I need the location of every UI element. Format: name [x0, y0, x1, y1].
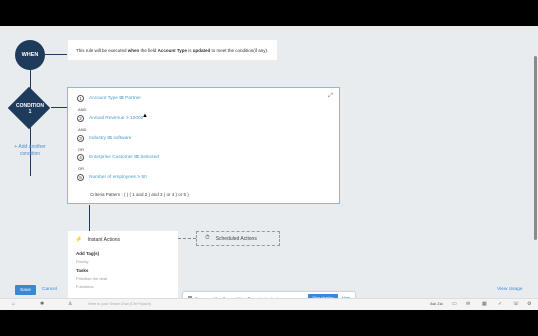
- home-icon[interactable]: ⌂: [12, 301, 15, 307]
- taskbar: ⌂ ✱ ♙ Here is your Smart Chat (Ctrl+Spac…: [0, 298, 538, 310]
- lightning-icon: ⚡: [75, 237, 83, 243]
- criteria-operator: >: [125, 116, 129, 121]
- logic-operator: AND: [78, 127, 87, 132]
- criteria-row[interactable]: 3 Industry IS software: [77, 135, 131, 142]
- when-connector: [45, 54, 67, 55]
- user-icon[interactable]: ♙: [68, 301, 72, 307]
- scheduled-actions-box[interactable]: ⏱ Scheduled Actions: [196, 231, 280, 246]
- criteria-value: software: [113, 136, 132, 141]
- when-card[interactable]: This rule will be executed when the fiel…: [68, 40, 277, 60]
- logic-operator: OR: [78, 166, 84, 171]
- check-icon[interactable]: ✓: [498, 301, 502, 307]
- criteria-field: Number of employees: [89, 175, 136, 180]
- criteria-field: Industry: [89, 136, 107, 141]
- logic-operator: AND: [78, 107, 87, 112]
- when-node[interactable]: WHEN: [15, 40, 45, 70]
- vertical-scrollbar[interactable]: [534, 56, 537, 240]
- logic-operator: OR: [78, 147, 84, 152]
- criteria-field: Enterprise Customer: [89, 155, 133, 160]
- criteria-row[interactable]: 4 Enterprise Customer IS Selected: [77, 154, 159, 161]
- clock-icon: ⏱: [205, 235, 210, 241]
- criteria-number: 5: [77, 174, 84, 181]
- instant-actions-header[interactable]: ⚡ Instant Actions: [75, 236, 120, 244]
- calendar-icon[interactable]: ▦: [482, 301, 487, 307]
- ask-zia-label[interactable]: Ask Zia: [430, 302, 443, 306]
- condition-card: ⤢ 1 Account Type IS Partner AND 2 Annual…: [67, 87, 340, 204]
- screen-icon[interactable]: ▭: [452, 301, 457, 307]
- add-condition-link[interactable]: + Add another condition: [10, 144, 50, 158]
- phone-icon[interactable]: ☏: [513, 301, 519, 307]
- workflow-canvas: WHEN This rule will be executed when the…: [0, 26, 538, 310]
- criteria-field: Annual Revenue: [89, 116, 125, 121]
- when-node-label: WHEN: [21, 52, 39, 58]
- criteria-operator: IS: [119, 96, 124, 101]
- action-section-title[interactable]: Add Tag(s): [76, 251, 99, 256]
- criteria-row[interactable]: 1 Account Type IS Partner: [77, 95, 141, 102]
- mouse-cursor-icon: ▲: [142, 113, 148, 119]
- apps-icon[interactable]: ✱: [40, 301, 44, 307]
- criteria-row[interactable]: 2 Annual Revenue > 10000: [77, 115, 143, 122]
- criteria-operator: >: [137, 175, 141, 180]
- scheduled-connector: [178, 238, 196, 239]
- message-icon[interactable]: ✉: [466, 301, 470, 307]
- action-section-title[interactable]: Tasks: [76, 268, 88, 273]
- expand-icon[interactable]: ⤢: [328, 93, 333, 100]
- criteria-row[interactable]: 5 Number of employees > 50: [77, 174, 147, 181]
- cancel-button[interactable]: Cancel: [42, 287, 57, 292]
- criteria-number: 4: [77, 154, 84, 161]
- actions-connector: [89, 205, 90, 232]
- criteria-value: 50: [141, 175, 147, 180]
- criteria-operator: IS: [134, 155, 139, 160]
- criteria-number: 1: [77, 95, 84, 102]
- criteria-number: 2: [77, 115, 84, 122]
- smart-chat-hint[interactable]: Here is your Smart Chat (Ctrl+Space): [88, 302, 151, 306]
- condition-connector: [51, 107, 67, 108]
- view-usage-link[interactable]: View Usage: [497, 287, 523, 292]
- criteria-value: Selected: [140, 155, 159, 160]
- when-text: This rule will be executed when the fiel…: [76, 47, 269, 53]
- action-item[interactable]: Prioritize the deal: [76, 276, 107, 281]
- criteria-number: 3: [77, 135, 84, 142]
- criteria-value: Partner: [125, 96, 141, 101]
- criteria-pattern: Criteria Pattern : ( ( ( 1 and 2 ) and 3…: [90, 192, 189, 197]
- settings-icon[interactable]: ⚙: [527, 301, 531, 307]
- criteria-operator: IS: [107, 136, 112, 141]
- action-item[interactable]: Functions: [76, 284, 93, 289]
- action-item[interactable]: Priority: [76, 259, 88, 264]
- condition-node-label: CONDITION 1: [15, 103, 45, 115]
- criteria-field: Account Type: [89, 96, 118, 101]
- save-button[interactable]: Save: [15, 285, 36, 295]
